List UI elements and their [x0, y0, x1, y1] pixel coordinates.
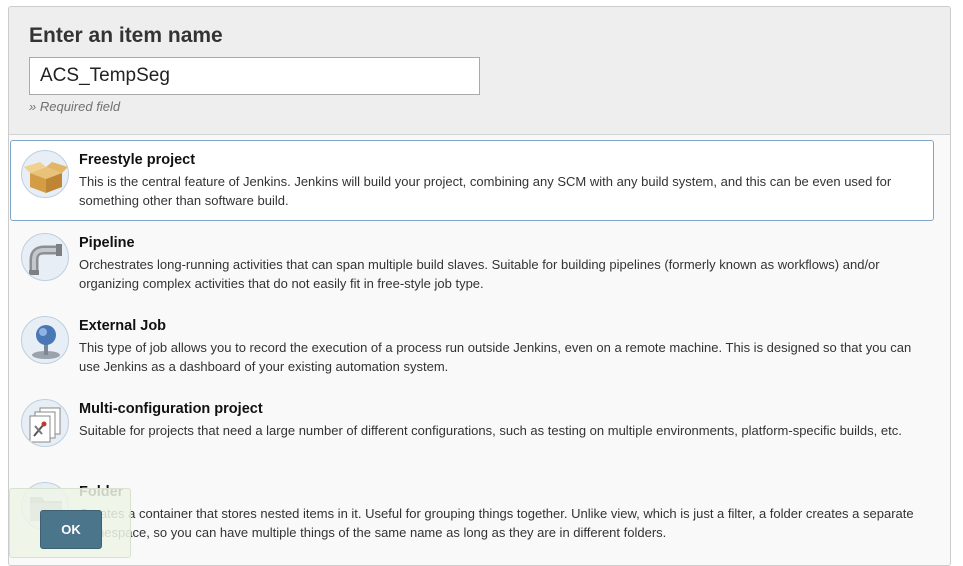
- monitor-globe-icon: [21, 316, 69, 364]
- item-type-pipeline[interactable]: Pipeline Orchestrates long-running activ…: [10, 223, 934, 304]
- item-name-section: Enter an item name » Required field: [9, 7, 950, 135]
- stacked-documents-icon: [21, 399, 69, 447]
- item-type-title: Folder: [79, 483, 923, 501]
- item-type-external-job[interactable]: External Job This type of job allows you…: [10, 306, 934, 387]
- ok-button[interactable]: OK: [40, 510, 102, 549]
- item-type-description: Creates a container that stores nested i…: [79, 506, 914, 540]
- item-type-freestyle-project[interactable]: Freestyle project This is the central fe…: [10, 140, 934, 221]
- pipe-icon: [21, 233, 69, 281]
- item-type-description: Orchestrates long-running activities tha…: [79, 257, 880, 291]
- item-type-description: This is the central feature of Jenkins. …: [79, 174, 892, 208]
- item-type-description: Suitable for projects that need a large …: [79, 423, 902, 438]
- item-type-title: Pipeline: [79, 235, 135, 251]
- item-type-description: This type of job allows you to record th…: [79, 340, 912, 374]
- cardboard-box-icon: [21, 150, 69, 198]
- required-field-note: » Required field: [29, 99, 121, 114]
- item-type-folder[interactable]: Folder Creates a container that stores n…: [10, 472, 934, 553]
- item-type-title: Freestyle project: [79, 152, 196, 168]
- item-type-title: External Job: [79, 318, 167, 334]
- item-type-title: Multi-configuration project: [79, 401, 263, 417]
- ok-button-bar: OK: [9, 488, 131, 558]
- item-type-list: Freestyle project This is the central fe…: [10, 140, 934, 555]
- item-type-multi-configuration-project[interactable]: Multi-configuration project Suitable for…: [10, 389, 934, 470]
- item-name-input[interactable]: [29, 57, 480, 95]
- page-title: Enter an item name: [29, 24, 223, 47]
